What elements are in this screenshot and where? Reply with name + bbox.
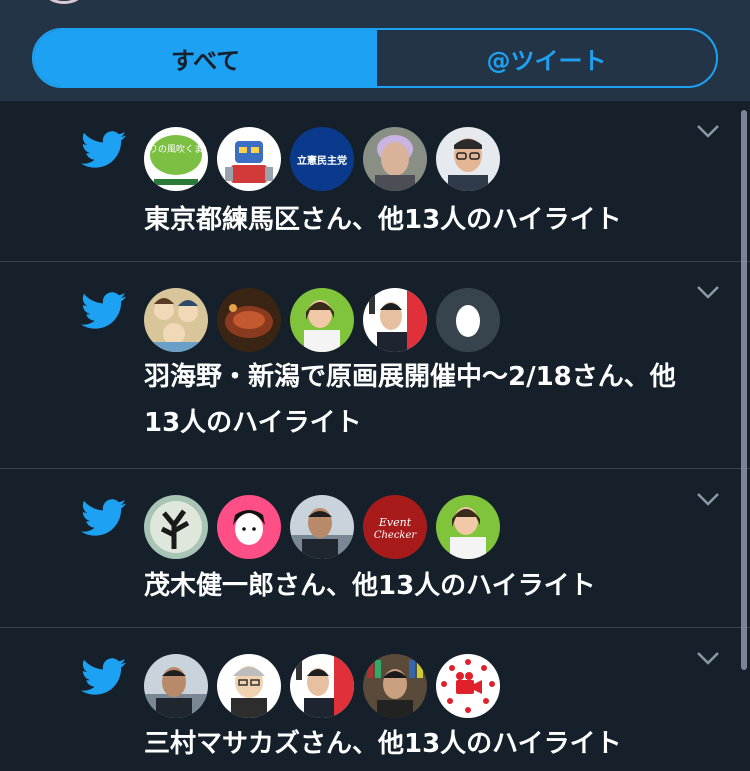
avatar-man-office[interactable] (290, 495, 354, 559)
avatar-default-egg[interactable] (436, 288, 500, 352)
avatar-text: 立憲民主党 (297, 154, 347, 167)
avatar-event-checker[interactable]: Event Checker (363, 495, 427, 559)
header: すべて @ツイート (0, 0, 750, 101)
avatar-row: Event Checker (144, 495, 500, 559)
avatar-cartoon-old-man[interactable] (217, 654, 281, 718)
avatar-text: みどりの風吹くまち〜 (144, 143, 208, 155)
list-item[interactable]: Event Checker 茂木健一郎さん、他13人のハイライト (0, 469, 750, 628)
chevron-down-icon[interactable] (696, 123, 720, 139)
avatar-man-office[interactable] (144, 654, 208, 718)
avatar-dark-sculpture[interactable] (144, 495, 208, 559)
avatar-robot-figure[interactable] (217, 127, 281, 191)
list-item[interactable]: 三村マサカズさん、他13人のハイライト (0, 628, 750, 771)
item-text: 羽海野・新潟で原画展開催中〜2/18さん、他13人のハイライト (144, 362, 676, 438)
avatar-text: Checker (374, 530, 418, 541)
scrollbar[interactable] (741, 110, 747, 670)
tab-mentions[interactable]: @ツイート (377, 30, 716, 86)
profile-avatar[interactable] (44, 0, 84, 4)
avatar-cartoon-girl[interactable] (217, 495, 281, 559)
avatar-man-bookshelf[interactable] (363, 654, 427, 718)
avatar-midori-kaze[interactable]: みどりの風吹くまち〜 (144, 127, 208, 191)
avatar-row (144, 288, 500, 352)
chevron-down-icon[interactable] (696, 650, 720, 666)
tab-all[interactable]: すべて (34, 30, 377, 86)
avatar-book-cover-man[interactable] (290, 654, 354, 718)
avatar-steak-food[interactable] (217, 288, 281, 352)
twitter-bird-icon (81, 499, 127, 536)
avatar-manga-art[interactable] (144, 288, 208, 352)
avatar-woman-green[interactable] (436, 495, 500, 559)
avatar-man-glasses[interactable] (436, 127, 500, 191)
highlights-screen: すべて @ツイート みどりの風吹くまち〜 (0, 0, 750, 771)
twitter-bird-icon (81, 292, 127, 329)
avatar-row: みどりの風吹くまち〜 (144, 127, 500, 191)
item-text: 三村マサカズさん、他13人のハイライト (144, 729, 622, 759)
filter-segmented-control: すべて @ツイート (32, 28, 718, 88)
avatar-text: Event (378, 516, 412, 529)
avatar-woman-green[interactable] (290, 288, 354, 352)
list-item[interactable]: 羽海野・新潟で原画展開催中〜2/18さん、他13人のハイライト (0, 262, 750, 469)
item-text: 茂木健一郎さん、他13人のハイライト (144, 571, 596, 601)
avatar-row (144, 654, 500, 718)
avatar-elderly-man[interactable] (363, 127, 427, 191)
twitter-bird-icon (81, 658, 127, 695)
avatar-cdp-logo[interactable]: 立憲民主党 (290, 127, 354, 191)
list-item[interactable]: みどりの風吹くまち〜 (0, 101, 750, 262)
chevron-down-icon[interactable] (696, 491, 720, 507)
avatar-book-cover-man[interactable] (363, 288, 427, 352)
notification-list: みどりの風吹くまち〜 (0, 101, 750, 771)
twitter-bird-icon (81, 131, 127, 168)
avatar-camera-stars[interactable] (436, 654, 500, 718)
item-text: 東京都練馬区さん、他13人のハイライト (144, 205, 622, 235)
chevron-down-icon[interactable] (696, 284, 720, 300)
